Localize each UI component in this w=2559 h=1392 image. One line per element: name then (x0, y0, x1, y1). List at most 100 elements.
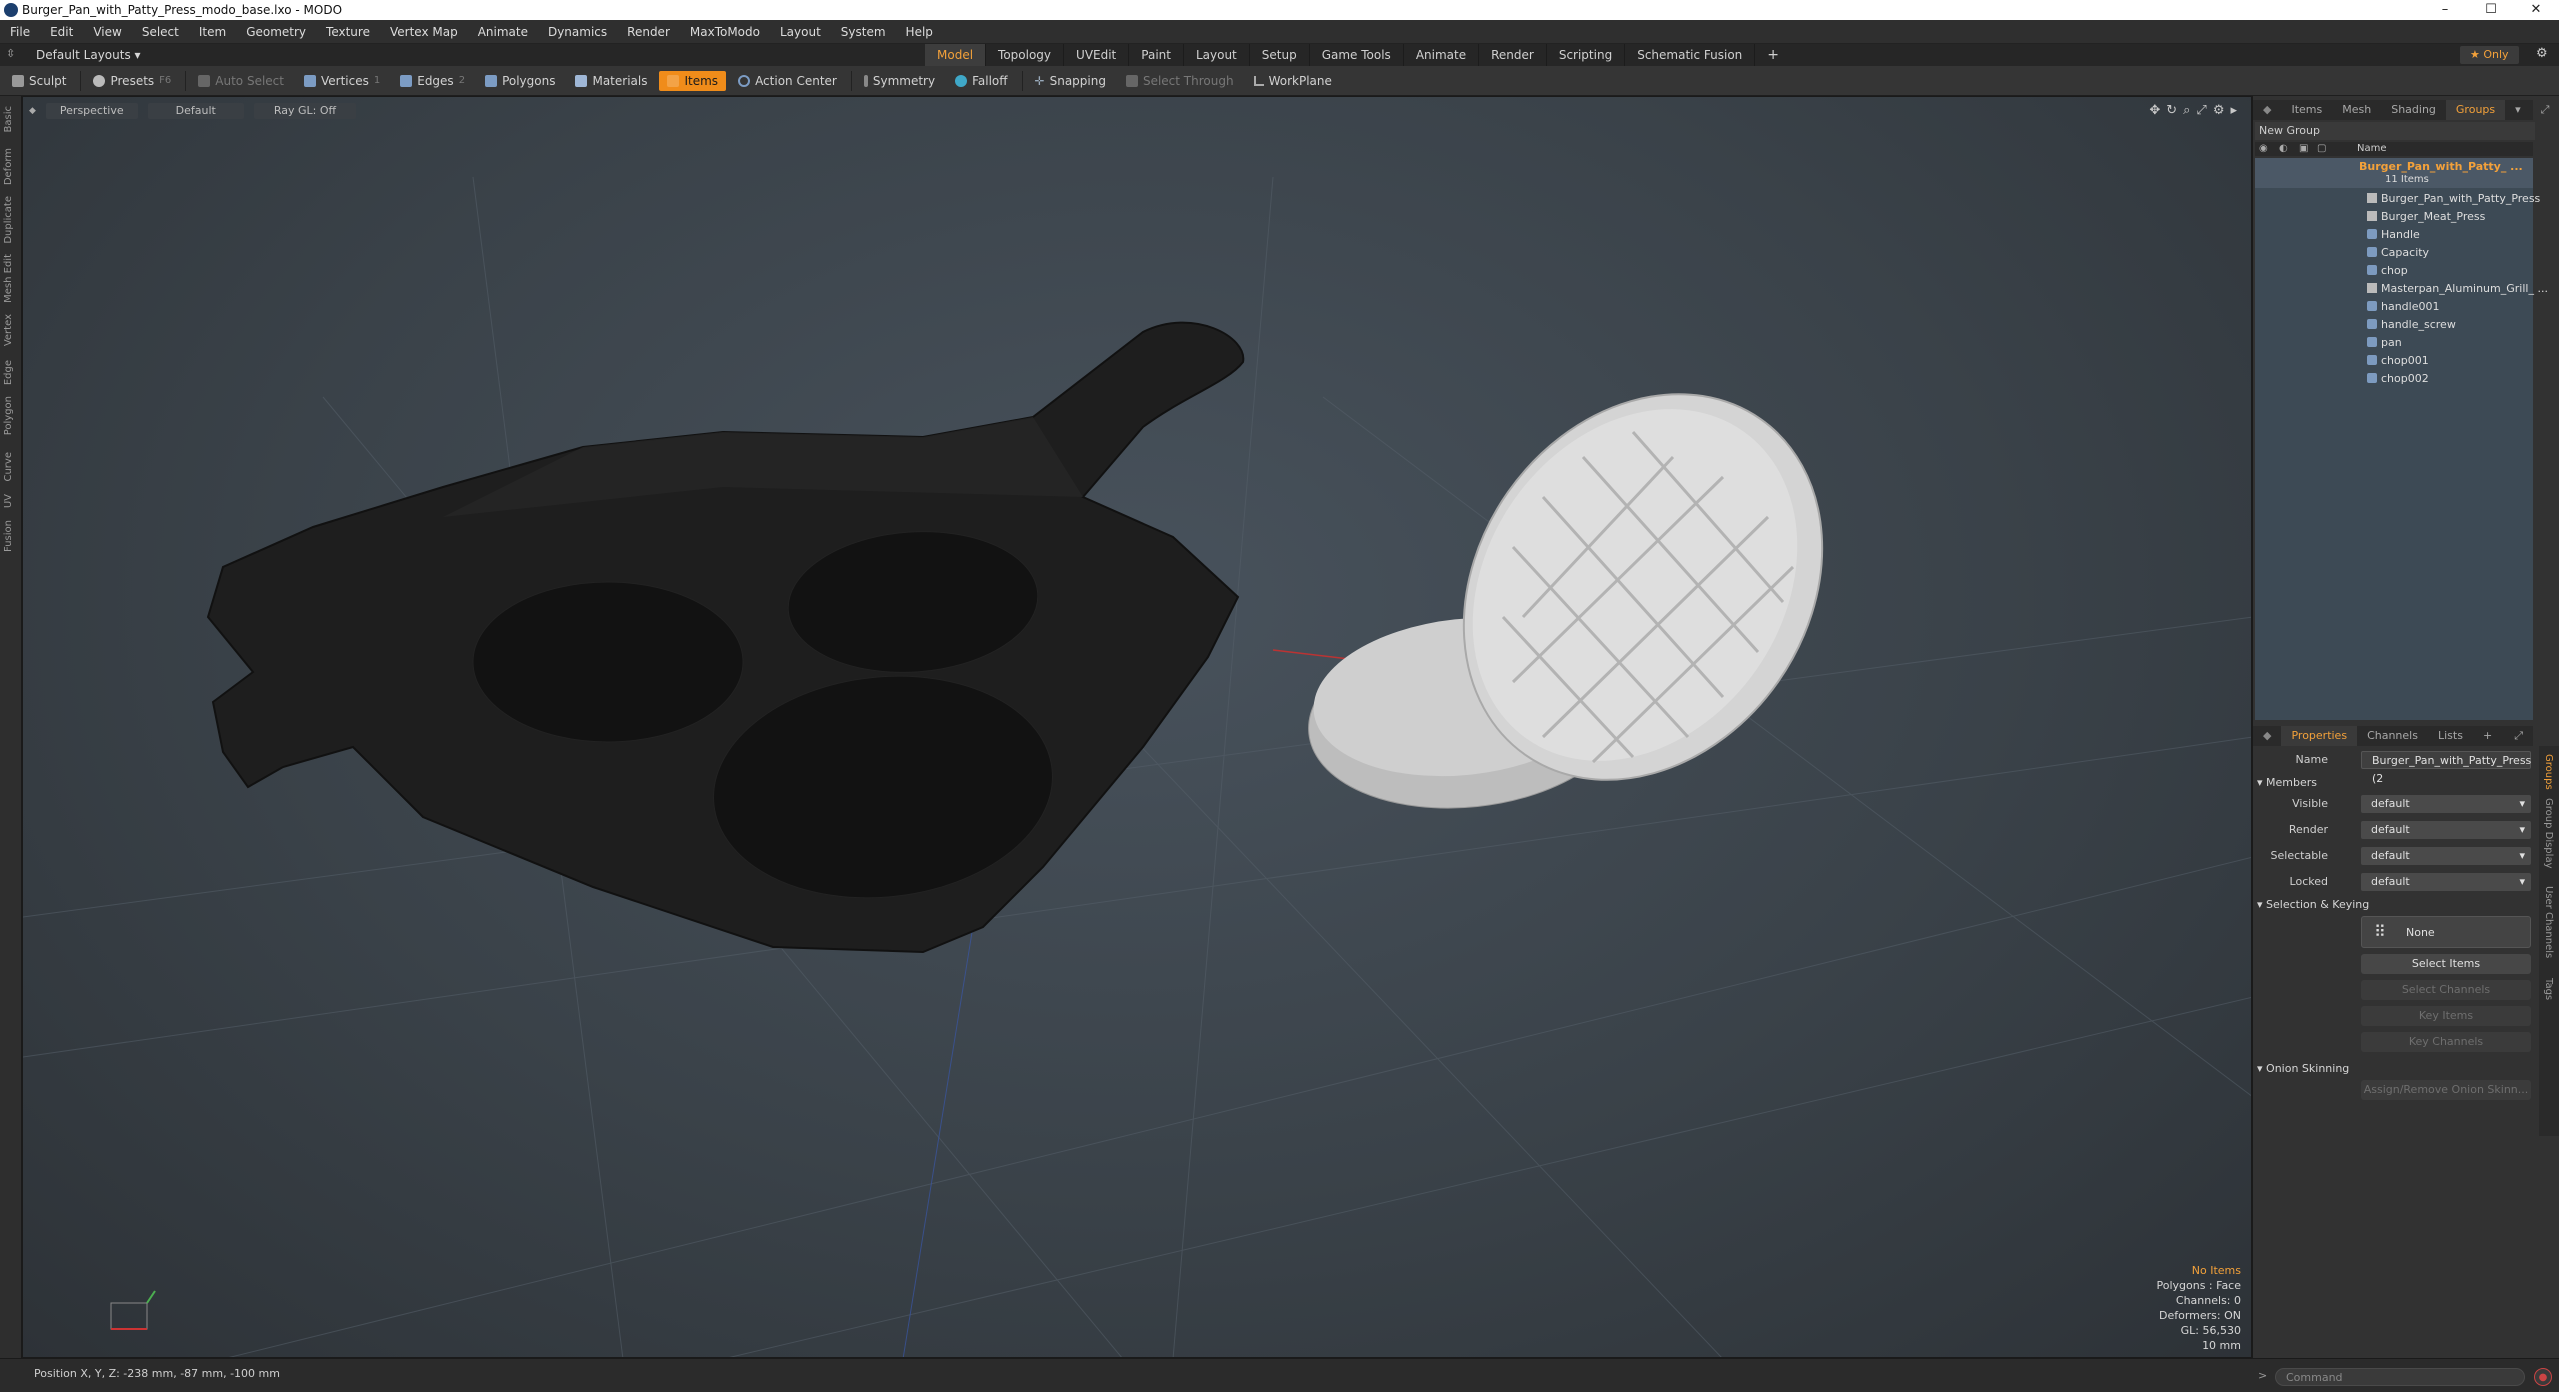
list-item[interactable]: handle_screw (2367, 316, 2535, 334)
tab-render[interactable]: Render (1479, 44, 1547, 66)
locked-dropdown[interactable]: default ▾ (2361, 873, 2531, 891)
select-through-button[interactable]: Select Through (1118, 71, 1242, 91)
panel-expand-icon[interactable]: ⤢ (2504, 726, 2533, 746)
tab-layout[interactable]: Layout (1184, 44, 1250, 66)
polygons-button[interactable]: Polygons (477, 71, 563, 91)
menu-maxtomodo[interactable]: MaxToModo (680, 20, 770, 44)
tab-properties[interactable]: Properties (2281, 726, 2358, 746)
shading-dropdown[interactable]: Default (147, 103, 244, 119)
left-tab-curve[interactable]: Curve (3, 452, 14, 482)
key-items-button[interactable]: Key Items (2361, 1006, 2531, 1026)
left-tab-uv[interactable]: UV (3, 494, 14, 508)
select-icon[interactable]: ▢ (2317, 143, 2326, 154)
add-tab-button[interactable]: + (1755, 44, 1791, 66)
panel-expand-icon[interactable]: ⤢ (2531, 100, 2559, 120)
tab-model[interactable]: Model (925, 44, 987, 66)
menu-view[interactable]: View (83, 20, 131, 44)
none-selection-button[interactable]: ⠿ None (2361, 916, 2531, 948)
tab-setup[interactable]: Setup (1250, 44, 1310, 66)
menu-animate[interactable]: Animate (468, 20, 538, 44)
members-section[interactable]: ▾ Members (2257, 776, 2317, 789)
3d-viewport[interactable]: ◆ Perspective Default Ray GL: Off ✥ ↻ ⌕ … (22, 96, 2252, 1358)
view-mode-dropdown[interactable]: Perspective (45, 103, 138, 119)
visibility-eye-icon[interactable]: ◉ (2259, 143, 2268, 154)
presets-button[interactable]: Presets F6 (85, 71, 179, 91)
left-tab-polygon[interactable]: Polygon (3, 396, 14, 435)
side-tab-tags[interactable]: Tags (2543, 978, 2554, 1000)
falloff-button[interactable]: Falloff (947, 71, 1015, 91)
maximize-button[interactable]: ☐ (2468, 0, 2514, 20)
lock-icon[interactable]: ▣ (2299, 143, 2308, 154)
side-tab-groups[interactable]: Groups (2543, 754, 2554, 790)
tab-channels[interactable]: Channels (2357, 726, 2428, 746)
materials-button[interactable]: Materials (567, 71, 655, 91)
left-tab-fusion[interactable]: Fusion (3, 520, 14, 552)
vertices-button[interactable]: Vertices 1 (296, 71, 388, 91)
menu-system[interactable]: System (831, 20, 896, 44)
key-channels-button[interactable]: Key Channels (2361, 1032, 2531, 1052)
zoom-view-icon[interactable]: ⌕ (2183, 103, 2190, 118)
onion-skin-button[interactable]: Assign/Remove Onion Skinn... (2361, 1080, 2531, 1100)
menu-edit[interactable]: Edit (40, 20, 83, 44)
minimize-button[interactable]: – (2422, 0, 2468, 20)
action-center-button[interactable]: Action Center (730, 71, 845, 91)
selectable-dropdown[interactable]: default ▾ (2361, 847, 2531, 865)
menu-render[interactable]: Render (617, 20, 680, 44)
list-item[interactable]: Capacity (2367, 244, 2535, 262)
fit-view-icon[interactable]: ⤢ (2196, 103, 2206, 118)
viewport-expand-icon[interactable]: ▸ (2230, 103, 2237, 118)
snapping-button[interactable]: ✛ Snapping (1027, 71, 1114, 91)
left-tab-deform[interactable]: Deform (3, 148, 14, 185)
tab-scripting[interactable]: Scripting (1547, 44, 1626, 66)
menu-dynamics[interactable]: Dynamics (538, 20, 617, 44)
render-icon[interactable]: ◐ (2279, 143, 2288, 154)
visible-dropdown[interactable]: default ▾ (2361, 795, 2531, 813)
tab-uvedit[interactable]: UVEdit (1064, 44, 1130, 66)
menu-item[interactable]: Item (189, 20, 236, 44)
viewport-menu-icon[interactable]: ◆ (29, 106, 36, 116)
items-button[interactable]: Items (659, 70, 727, 91)
rotate-view-icon[interactable]: ↻ (2166, 103, 2177, 118)
group-row[interactable]: Burger_Pan_with_Patty_ ... 11 Items (2255, 158, 2533, 188)
layout-lock-icon[interactable]: ⇳ (6, 47, 15, 60)
list-item[interactable]: chop002 (2367, 370, 2535, 388)
side-tab-user-channels[interactable]: User Channels (2543, 886, 2554, 958)
list-item[interactable]: chop (2367, 262, 2535, 280)
tab-groups[interactable]: Groups (2445, 100, 2506, 120)
workplane-button[interactable]: WorkPlane (1246, 71, 1340, 91)
selection-keying-section[interactable]: ▾ Selection & Keying (2257, 898, 2369, 911)
list-item[interactable]: chop001 (2367, 352, 2535, 370)
viewport-settings-icon[interactable]: ⚙ (2213, 103, 2225, 118)
add-tab-button[interactable]: + (2473, 726, 2502, 746)
select-channels-button[interactable]: Select Channels (2361, 980, 2531, 1000)
menu-help[interactable]: Help (896, 20, 943, 44)
sculpt-button[interactable]: Sculpt (4, 71, 74, 91)
left-tab-duplicate[interactable]: Duplicate (3, 196, 14, 244)
new-group-button[interactable]: New Group (2255, 122, 2535, 140)
list-item[interactable]: handle001 (2367, 298, 2535, 316)
tab-topology[interactable]: Topology (986, 44, 1065, 66)
menu-layout[interactable]: Layout (770, 20, 831, 44)
panel-menu-icon[interactable]: ◆ (2253, 100, 2281, 120)
list-item[interactable]: Masterpan_Aluminum_Grill_ ... (2367, 280, 2548, 298)
symmetry-button[interactable]: Symmetry (856, 71, 943, 91)
group-name-field[interactable]: Burger_Pan_with_Patty_Press (2 (2361, 751, 2531, 785)
command-history-icon[interactable]: ● (2534, 1368, 2552, 1386)
menu-select[interactable]: Select (132, 20, 189, 44)
left-tab-basic[interactable]: Basic (3, 106, 14, 132)
list-item[interactable]: Handle (2367, 226, 2535, 244)
name-column-header[interactable]: Name (2357, 143, 2387, 154)
tab-paint[interactable]: Paint (1129, 44, 1184, 66)
left-tab-edge[interactable]: Edge (3, 360, 14, 385)
menu-texture[interactable]: Texture (316, 20, 380, 44)
gear-icon[interactable]: ⚙ (2536, 46, 2548, 61)
only-toggle[interactable]: ★ Only (2460, 46, 2519, 64)
panel-menu-icon[interactable]: ◆ (2253, 726, 2281, 746)
render-dropdown[interactable]: default ▾ (2361, 821, 2531, 839)
tab-mesh[interactable]: Mesh ... (2332, 100, 2381, 136)
tab-items[interactable]: Items (2281, 100, 2332, 120)
select-items-button[interactable]: Select Items (2361, 954, 2531, 974)
tab-schematic-fusion[interactable]: Schematic Fusion (1625, 44, 1756, 66)
tab-game-tools[interactable]: Game Tools (1310, 44, 1404, 66)
tabs-dropdown-icon[interactable]: ▾ (2505, 100, 2531, 120)
